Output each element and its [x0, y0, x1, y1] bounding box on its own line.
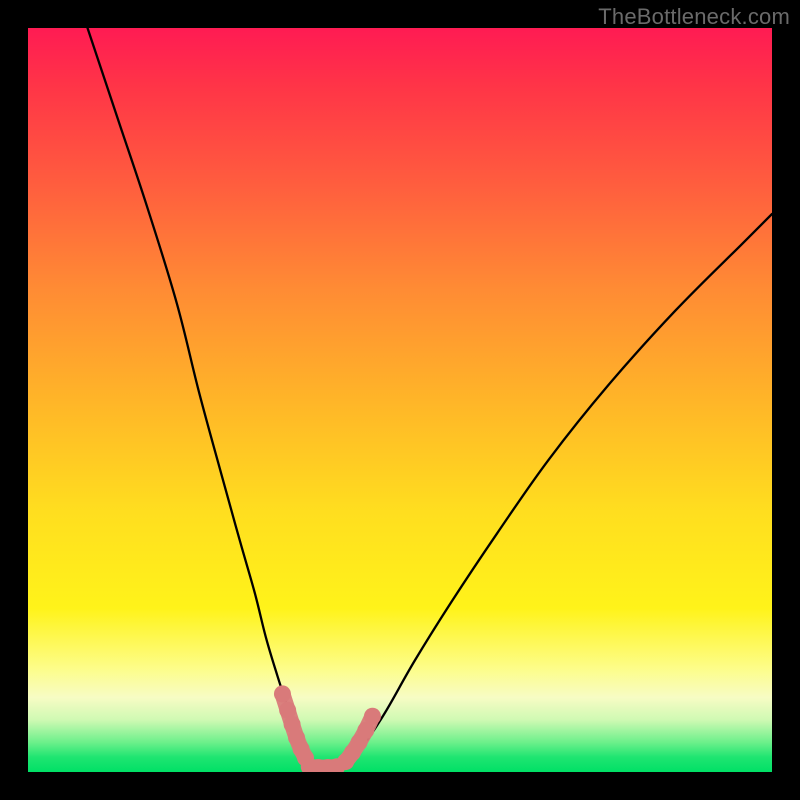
chart-frame: TheBottleneck.com: [0, 0, 800, 800]
watermark-text: TheBottleneck.com: [598, 4, 790, 30]
curve-layer: [28, 28, 772, 772]
marker-dots: [274, 685, 381, 772]
plot-area: [28, 28, 772, 772]
marker-right-markers-4: [364, 708, 381, 725]
series-right-curve: [348, 214, 772, 761]
curve-paths: [88, 28, 772, 768]
marker-left-markers-0: [274, 685, 291, 702]
series-left-curve: [88, 28, 307, 761]
